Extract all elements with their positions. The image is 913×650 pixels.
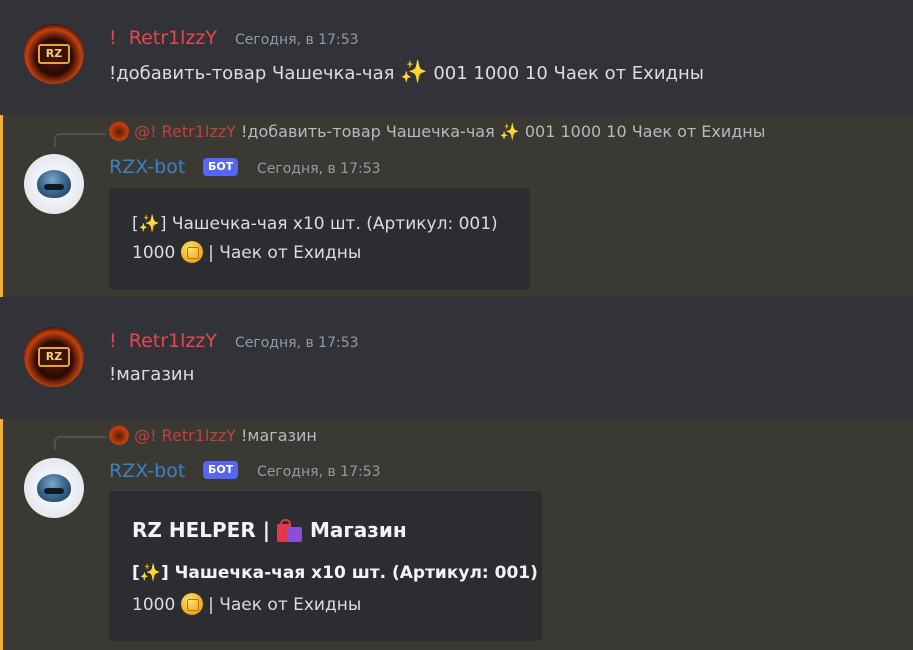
message-timestamp: Сегодня, в 17:53 xyxy=(235,32,359,48)
reply-author: Retr1lzzY xyxy=(161,426,236,445)
author-prefix: ! xyxy=(109,330,117,352)
user-avatar[interactable]: RZ xyxy=(24,24,84,84)
embed-description: | Чаек от Ехидны xyxy=(208,243,362,263)
embed-item-text: ] Чашечка-чая x10 шт. (Артикул: 001) xyxy=(159,214,498,234)
shopping-bags-icon xyxy=(276,518,303,542)
bot-badge: БОТ xyxy=(203,461,239,479)
embed-bracket: [ xyxy=(132,563,140,583)
bot-avatar-image xyxy=(37,170,71,198)
reply-preview[interactable]: @! Retr1lzzY !магазин xyxy=(109,425,317,445)
embed-title-shop: Магазин xyxy=(309,518,407,542)
author-username: Retr1lzzY xyxy=(128,27,217,49)
reply-text-part2: 001 1000 10 Чаек от Ехидны xyxy=(524,122,766,141)
message-timestamp: Сегодня, в 17:53 xyxy=(235,335,359,351)
reply-text: !магазин xyxy=(241,426,317,445)
bot-name[interactable]: RZX-bot xyxy=(109,156,185,178)
embed: [✨] Чашечка-чая x10 шт. (Артикул: 001) 1… xyxy=(109,188,530,290)
embed-title: RZ HELPER | Магазин xyxy=(132,518,407,542)
reply-author: Retr1lzzY xyxy=(161,122,236,141)
coin-icon xyxy=(180,593,203,615)
reply-avatar xyxy=(109,121,129,141)
message-bot-2: @! Retr1lzzY !магазин RZX-bot БОТ Сегодн… xyxy=(0,419,913,650)
embed-line-1: [✨] Чашечка-чая x10 шт. (Артикул: 001) xyxy=(132,563,538,583)
reply-connector xyxy=(54,133,106,147)
bot-badge: БОТ xyxy=(203,158,239,176)
message-bot-1: @! Retr1lzzY !добавить-товар Чашечка-чая… xyxy=(0,115,913,297)
embed-title-text: RZ HELPER | xyxy=(132,518,270,542)
user-avatar[interactable]: RZ xyxy=(24,327,84,387)
reply-mention: @! xyxy=(134,122,157,141)
author-name[interactable]: ! Retr1lzzY xyxy=(109,330,217,352)
embed-description: | Чаек от Ехидны xyxy=(208,595,362,615)
message-text-part1: !добавить-товар Чашечка-чая xyxy=(109,63,395,84)
embed: RZ HELPER | Магазин [✨] Чашечка-чая x10 … xyxy=(109,491,542,641)
avatar-monogram: RZ xyxy=(38,347,70,367)
avatar-monogram: RZ xyxy=(38,44,70,64)
embed-item-text: ] Чашечка-чая x10 шт. (Артикул: 001) xyxy=(160,563,538,583)
bot-avatar-image xyxy=(37,474,71,502)
embed-line-2: 1000 | Чаек от Ехидны xyxy=(132,593,361,615)
message-text-part2: 001 1000 10 Чаек от Ехидны xyxy=(433,63,704,84)
embed-price: 1000 xyxy=(132,595,176,615)
author-username: Retr1lzzY xyxy=(128,330,217,352)
embed-price: 1000 xyxy=(132,243,176,263)
message-user-2: RZ ! Retr1lzzY Сегодня, в 17:53 !магазин xyxy=(0,297,913,419)
coin-icon xyxy=(180,241,203,263)
sparkles-icon: ✨ xyxy=(499,122,520,141)
bot-avatar[interactable] xyxy=(24,458,84,518)
reply-mention: @! xyxy=(134,426,157,445)
bot-avatar[interactable] xyxy=(24,154,84,214)
reply-avatar xyxy=(109,425,129,445)
author-prefix: ! xyxy=(109,27,117,49)
message-user-1: RZ ! Retr1lzzY Сегодня, в 17:53 !добавит… xyxy=(0,0,913,115)
bot-name[interactable]: RZX-bot xyxy=(109,460,185,482)
message-timestamp: Сегодня, в 17:53 xyxy=(257,464,381,480)
reply-preview[interactable]: @! Retr1lzzY !добавить-товар Чашечка-чая… xyxy=(109,121,765,141)
message-timestamp: Сегодня, в 17:53 xyxy=(257,161,381,177)
reply-connector xyxy=(54,436,106,450)
embed-line-2: 1000 | Чаек от Ехидны xyxy=(132,241,361,263)
sparkles-icon: ✨ xyxy=(138,214,160,234)
embed-bracket: [ xyxy=(132,214,139,234)
embed-line-1: [✨] Чашечка-чая x10 шт. (Артикул: 001) xyxy=(132,214,498,234)
message-content: !магазин xyxy=(109,364,195,385)
sparkles-icon: ✨ xyxy=(400,60,428,85)
message-content: !добавить-товар Чашечка-чая ✨ 001 1000 1… xyxy=(109,60,704,85)
author-name[interactable]: ! Retr1lzzY xyxy=(109,27,217,49)
reply-text-part1: !добавить-товар Чашечка-чая xyxy=(241,122,495,141)
sparkles-icon: ✨ xyxy=(139,563,161,583)
